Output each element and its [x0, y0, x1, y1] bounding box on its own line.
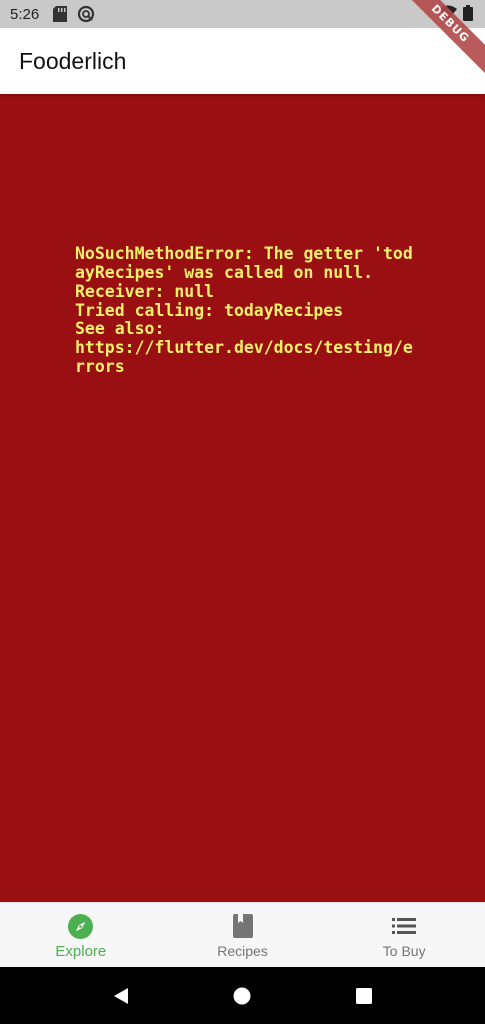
error-message: NoSuchMethodError: The getter 'todayReci…	[75, 208, 415, 414]
nav-item-recipes[interactable]: Recipes	[162, 903, 324, 967]
error-line: https://flutter.dev/docs/testing/errors	[75, 337, 413, 376]
battery-icon	[463, 5, 473, 26]
nav-label: Explore	[55, 943, 107, 960]
error-line: Receiver: null	[75, 281, 215, 301]
app-bar: Fooderlich	[0, 28, 485, 94]
status-bar: 5:26	[0, 0, 485, 28]
app-title: Fooderlich	[19, 47, 127, 74]
nav-label: To Buy	[382, 943, 426, 959]
status-time: 5:26	[10, 5, 40, 23]
back-icon[interactable]	[106, 981, 136, 1011]
error-screen: NoSuchMethodError: The getter 'todayReci…	[0, 94, 485, 902]
system-navigation-bar	[0, 967, 485, 1024]
sd-card-icon	[51, 5, 69, 23]
compass-icon	[68, 913, 94, 939]
recents-icon[interactable]	[349, 981, 379, 1011]
nav-label: Recipes	[217, 943, 268, 959]
error-line: NoSuchMethodError: The getter 'todayReci…	[75, 244, 413, 283]
home-icon[interactable]	[227, 981, 257, 1011]
list-icon	[391, 913, 417, 939]
book-icon	[230, 913, 256, 939]
error-line: See also:	[75, 319, 165, 339]
error-line: Tried calling: todayRecipes	[75, 300, 344, 320]
no-disturb-icon	[77, 5, 95, 23]
nav-item-explore[interactable]: Explore	[0, 903, 162, 967]
bottom-navigation: Explore Recipes To Buy	[0, 902, 485, 967]
nav-item-to-buy[interactable]: To Buy	[323, 903, 485, 967]
